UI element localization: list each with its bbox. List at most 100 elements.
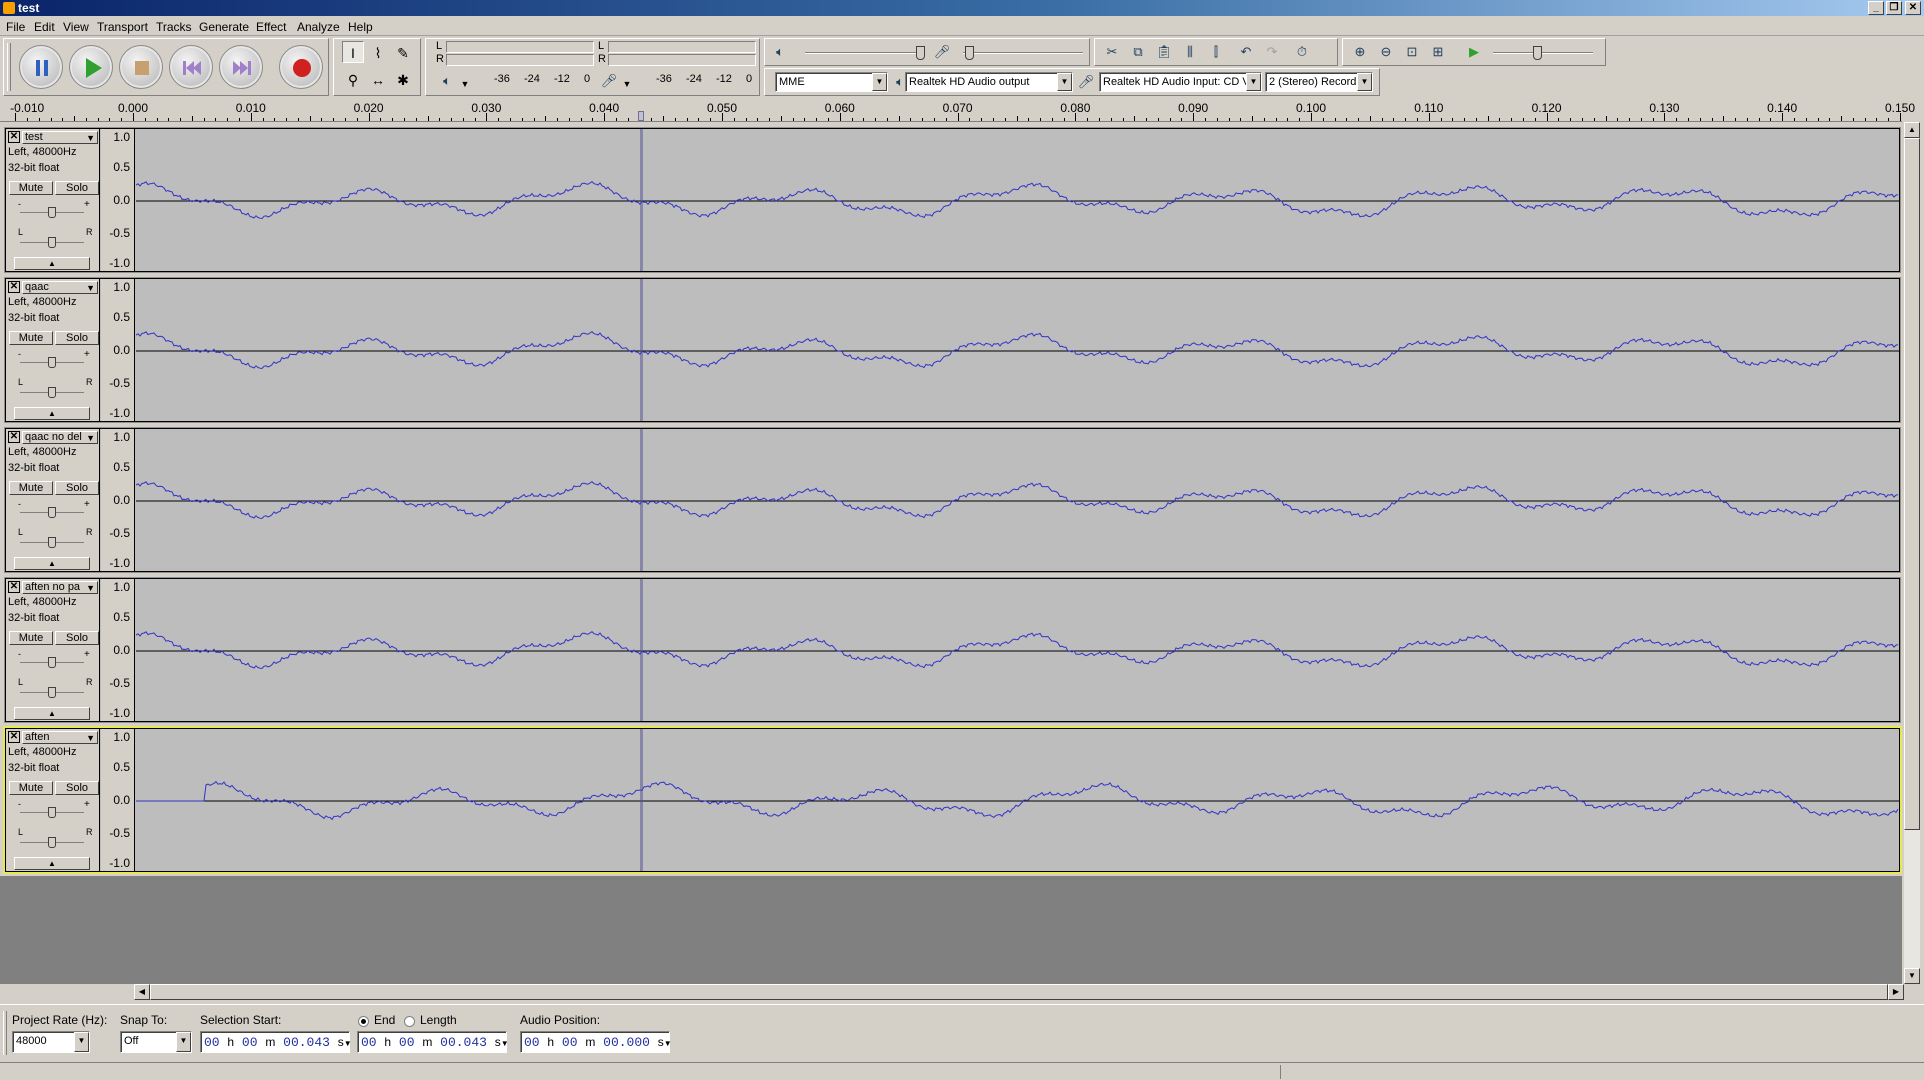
- pan-slider-thumb[interactable]: [48, 837, 56, 848]
- skip-to-end-button[interactable]: [219, 45, 263, 89]
- envelope-tool-icon[interactable]: ⌇: [367, 41, 389, 63]
- selection-start-time[interactable]: 00 h 00 m 00.043 s▼: [200, 1031, 352, 1053]
- menu-effect[interactable]: Effect: [256, 20, 286, 34]
- horizontal-scrollbar[interactable]: ◀ ▶: [134, 984, 1904, 1000]
- waveform[interactable]: [136, 279, 1899, 421]
- play-speed-thumb[interactable]: [1533, 46, 1542, 60]
- input-device-select[interactable]: Realtek HD Audio Input: CD Vc ▼: [1099, 72, 1262, 92]
- timeline-ruler[interactable]: -0.010 0.000 0.010 0.020 0.030 0.040 0.050 0.06…: [0, 98, 1915, 122]
- waveform[interactable]: [136, 429, 1899, 571]
- vertical-scrollbar[interactable]: ▲ ▼: [1904, 122, 1920, 984]
- ruler-cursor-marker[interactable]: [637, 111, 644, 121]
- solo-button[interactable]: Solo: [55, 631, 99, 645]
- fit-project-icon[interactable]: ⊞: [1427, 41, 1449, 63]
- amplitude-scale[interactable]: 1.0 0.5 0.0 -0.5 -1.0: [101, 429, 135, 571]
- sync-lock-icon[interactable]: ⏱: [1291, 41, 1313, 63]
- close-track-icon[interactable]: ✕: [8, 731, 20, 743]
- track-name-menu[interactable]: test ▼: [22, 131, 98, 144]
- playback-meter-menu-arrow[interactable]: ▼: [454, 73, 476, 95]
- zoom-in-icon[interactable]: ⊕: [1349, 41, 1371, 63]
- collapse-track-button[interactable]: ▲: [14, 257, 90, 270]
- silence-icon[interactable]: ⫿: [1205, 41, 1227, 63]
- audio-track[interactable]: ✕ qaac no del ▼ Left, 48000Hz 32-bit floa…: [5, 428, 1900, 572]
- waveform[interactable]: [136, 729, 1899, 871]
- empty-track-area[interactable]: [0, 876, 1902, 984]
- track-name-menu[interactable]: qaac ▼: [22, 281, 98, 294]
- output-volume-slider[interactable]: [805, 52, 920, 54]
- solo-button[interactable]: Solo: [55, 331, 99, 345]
- close-track-icon[interactable]: ✕: [8, 131, 20, 143]
- collapse-track-button[interactable]: ▲: [14, 557, 90, 570]
- menu-file[interactable]: File: [6, 20, 25, 34]
- vertical-scroll-thumb[interactable]: [1904, 138, 1920, 830]
- solo-button[interactable]: Solo: [55, 781, 99, 795]
- pan-slider-thumb[interactable]: [48, 687, 56, 698]
- toolbar-grip[interactable]: [3, 1011, 7, 1055]
- scroll-up-icon[interactable]: ▲: [1904, 122, 1920, 138]
- audio-host-select[interactable]: MME ▼: [775, 72, 888, 92]
- chevron-down-icon[interactable]: ▼: [501, 1039, 509, 1048]
- menu-analyze[interactable]: Analyze: [297, 20, 340, 34]
- audio-track[interactable]: ✕ aften ▼ Left, 48000Hz 32-bit float Mute…: [5, 728, 1900, 872]
- gain-slider-thumb[interactable]: [48, 207, 56, 218]
- toolbar-grip[interactable]: [7, 43, 11, 91]
- gain-slider-thumb[interactable]: [48, 507, 56, 518]
- minimize-icon[interactable]: _: [1868, 1, 1884, 15]
- menu-view[interactable]: View: [63, 20, 89, 34]
- close-track-icon[interactable]: ✕: [8, 281, 20, 293]
- amplitude-scale[interactable]: 1.0 0.5 0.0 -0.5 -1.0: [101, 729, 135, 871]
- time-shift-tool-icon[interactable]: ↔: [367, 68, 389, 90]
- amplitude-scale[interactable]: 1.0 0.5 0.0 -0.5 -1.0: [101, 279, 135, 421]
- waveform[interactable]: [136, 129, 1899, 271]
- length-radio[interactable]: [404, 1016, 415, 1027]
- track-control-panel[interactable]: ✕ qaac no del ▼ Left, 48000Hz 32-bit floa…: [6, 429, 100, 571]
- pan-slider-thumb[interactable]: [48, 387, 56, 398]
- mute-button[interactable]: Mute: [9, 331, 53, 345]
- chevron-down-icon[interactable]: ▼: [344, 1039, 352, 1048]
- menu-help[interactable]: Help: [348, 20, 373, 34]
- stop-button[interactable]: [119, 45, 163, 89]
- gain-slider-thumb[interactable]: [48, 657, 56, 668]
- track-name-menu[interactable]: aften no pa ▼: [22, 581, 98, 594]
- track-name-menu[interactable]: aften ▼: [22, 731, 98, 744]
- pause-button[interactable]: [19, 45, 63, 89]
- play-at-speed-icon[interactable]: ▶: [1463, 41, 1485, 63]
- menu-transport[interactable]: Transport: [97, 20, 148, 34]
- collapse-track-button[interactable]: ▲: [14, 857, 90, 870]
- redo-icon[interactable]: ↷: [1261, 41, 1283, 63]
- selection-tool-icon[interactable]: I: [342, 41, 364, 63]
- input-volume-slider[interactable]: [963, 52, 1083, 54]
- snap-to-select[interactable]: Off ▼: [120, 1031, 192, 1053]
- pan-slider-thumb[interactable]: [48, 537, 56, 548]
- collapse-track-button[interactable]: ▲: [14, 707, 90, 720]
- mute-button[interactable]: Mute: [9, 631, 53, 645]
- mute-button[interactable]: Mute: [9, 481, 53, 495]
- horizontal-scroll-thumb[interactable]: [150, 984, 1888, 1000]
- draw-tool-icon[interactable]: ✎: [392, 41, 414, 63]
- zoom-out-icon[interactable]: ⊖: [1375, 41, 1397, 63]
- audio-track[interactable]: ✕ test ▼ Left, 48000Hz 32-bit float Mute …: [5, 128, 1900, 272]
- selection-end-time[interactable]: 00 h 00 m 00.043 s▼: [357, 1031, 509, 1053]
- undo-icon[interactable]: ↶: [1235, 41, 1257, 63]
- solo-button[interactable]: Solo: [55, 181, 99, 195]
- scroll-right-icon[interactable]: ▶: [1888, 984, 1904, 1000]
- track-control-panel[interactable]: ✕ aften no pa ▼ Left, 48000Hz 32-bit floa…: [6, 579, 100, 721]
- zoom-tool-icon[interactable]: ⚲: [342, 68, 364, 90]
- chevron-down-icon[interactable]: ▼: [664, 1039, 672, 1048]
- play-speed-slider[interactable]: [1493, 52, 1593, 54]
- input-channels-select[interactable]: 2 (Stereo) Record ▼: [1265, 72, 1373, 92]
- amplitude-scale[interactable]: 1.0 0.5 0.0 -0.5 -1.0: [101, 579, 135, 721]
- audio-track[interactable]: ✕ qaac ▼ Left, 48000Hz 32-bit float Mute …: [5, 278, 1900, 422]
- record-meter-menu-arrow[interactable]: ▼: [616, 73, 638, 95]
- input-volume-thumb[interactable]: [965, 46, 974, 60]
- scroll-down-icon[interactable]: ▼: [1904, 968, 1920, 984]
- menu-tracks[interactable]: Tracks: [156, 20, 192, 34]
- close-icon[interactable]: ✕: [1905, 1, 1921, 15]
- menu-edit[interactable]: Edit: [34, 20, 55, 34]
- cut-icon[interactable]: ✂: [1101, 41, 1123, 63]
- gain-slider-thumb[interactable]: [48, 807, 56, 818]
- audio-track[interactable]: ✕ aften no pa ▼ Left, 48000Hz 32-bit floa…: [5, 578, 1900, 722]
- paste-icon[interactable]: 📋︎: [1153, 41, 1175, 63]
- gain-slider-thumb[interactable]: [48, 357, 56, 368]
- mute-button[interactable]: Mute: [9, 781, 53, 795]
